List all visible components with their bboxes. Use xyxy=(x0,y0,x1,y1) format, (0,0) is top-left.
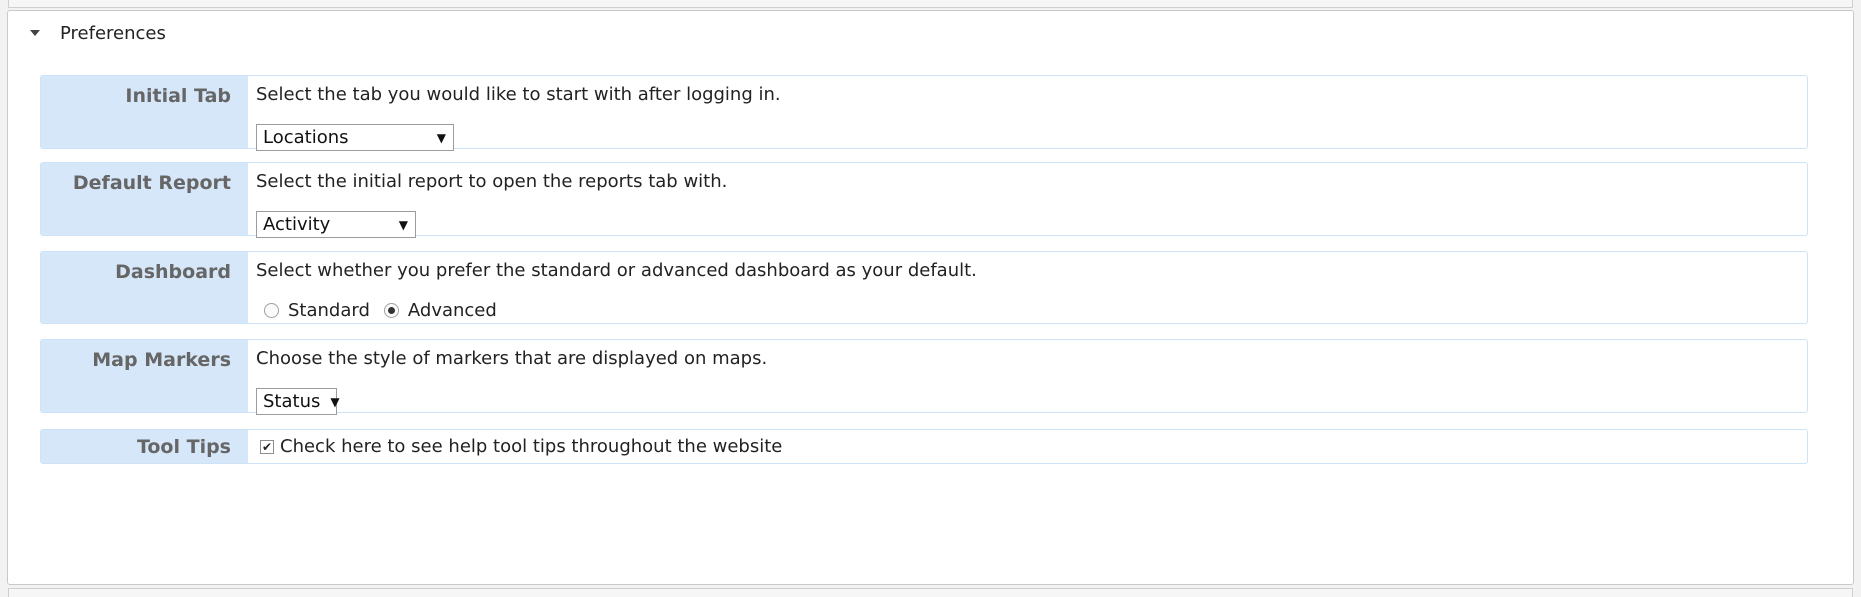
initial-tab-select[interactable]: Locations ▼ xyxy=(256,124,454,151)
tool-tips-checkbox-label[interactable]: Check here to see help tool tips through… xyxy=(280,436,782,457)
select-value: Status xyxy=(263,391,321,412)
preference-label: Map Markers xyxy=(41,340,248,412)
preferences-panel-header[interactable]: Preferences xyxy=(22,21,166,45)
preference-label: Default Report xyxy=(41,163,248,235)
dashboard-radio-group: Standard Advanced xyxy=(256,300,1807,321)
previous-panel-edge xyxy=(8,0,1853,8)
preference-label: Dashboard xyxy=(41,252,248,323)
caret-down-icon[interactable] xyxy=(30,30,40,36)
select-arrow-icon: ▼ xyxy=(330,394,340,409)
preference-row-tool-tips: Tool Tips ✔ Check here to see help tool … xyxy=(40,429,1808,464)
preference-label: Initial Tab xyxy=(41,76,248,148)
select-arrow-icon: ▼ xyxy=(436,130,446,145)
preference-description: Select the initial report to open the re… xyxy=(256,171,728,192)
standard-radio-label[interactable]: Standard xyxy=(288,300,370,321)
preference-row-map-markers: Map Markers Choose the style of markers … xyxy=(40,339,1808,415)
preference-row-default-report: Default Report Select the initial report… xyxy=(40,162,1808,238)
tool-tips-option: ✔ Check here to see help tool tips throu… xyxy=(254,436,1807,457)
preference-description: Select the tab you would like to start w… xyxy=(256,84,781,105)
next-panel-edge xyxy=(8,588,1853,597)
preference-row-initial-tab: Initial Tab Select the tab you would lik… xyxy=(40,75,1808,151)
map-markers-select[interactable]: Status ▼ xyxy=(256,388,340,415)
advanced-radio[interactable] xyxy=(383,303,399,318)
panel-title: Preferences xyxy=(60,22,166,44)
preference-description: Choose the style of markers that are dis… xyxy=(256,348,768,369)
tool-tips-checkbox[interactable]: ✔ xyxy=(260,439,274,454)
advanced-radio-label[interactable]: Advanced xyxy=(408,300,497,321)
preference-description: Select whether you prefer the standard o… xyxy=(256,260,977,281)
preference-row-dashboard: Dashboard Select whether you prefer the … xyxy=(40,251,1808,324)
preference-label: Tool Tips xyxy=(41,430,248,463)
select-value: Locations xyxy=(263,127,349,148)
default-report-select[interactable]: Activity ▼ xyxy=(256,211,416,238)
standard-radio[interactable] xyxy=(264,303,279,318)
select-value: Activity xyxy=(263,214,331,235)
select-arrow-icon: ▼ xyxy=(398,217,408,232)
